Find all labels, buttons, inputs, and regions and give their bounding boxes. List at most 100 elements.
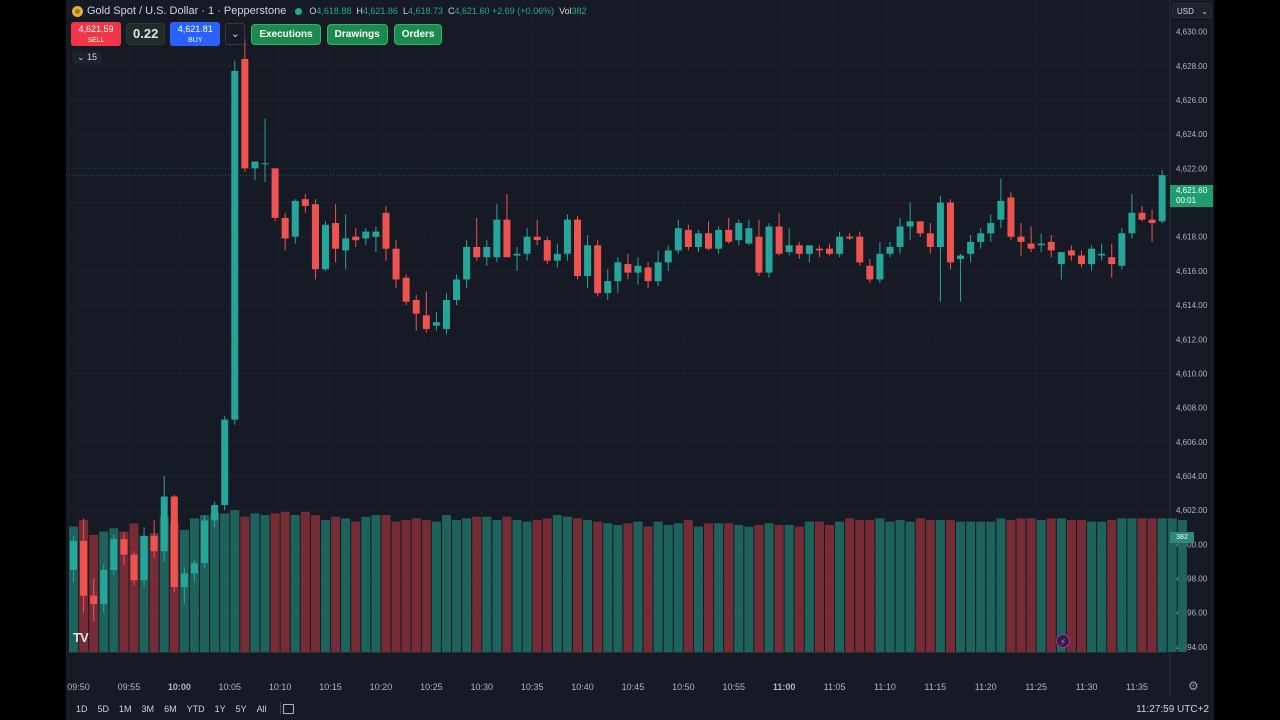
candle-body [725, 229, 733, 242]
timeframe-6m[interactable]: 6M [162, 704, 179, 714]
clock[interactable]: 11:27:59 UTC+2 [1136, 704, 1209, 715]
timeframe-5d[interactable]: 5D [96, 704, 112, 714]
candle-body [805, 245, 813, 254]
volume-bar [583, 520, 593, 652]
volume-bar [905, 521, 915, 652]
candle-body [705, 233, 713, 249]
volume-bar [1087, 521, 1097, 652]
volume-bar [1036, 520, 1046, 652]
volume-bar [573, 518, 582, 652]
candle-body [846, 236, 854, 239]
candle-body [442, 299, 450, 330]
bolt-icon[interactable]: ⚡ [1056, 634, 1070, 648]
volume-bar [623, 523, 633, 652]
volume-bar [956, 521, 966, 652]
candle-body [1128, 212, 1136, 234]
timeframe-3m[interactable]: 3M [140, 704, 157, 714]
interval-toggle[interactable]: ⌄ 15 [72, 51, 103, 64]
candle-body [322, 224, 329, 270]
candle-body [755, 236, 763, 273]
tradingview-logo[interactable]: TV [73, 630, 89, 645]
candle-body [150, 535, 158, 552]
candle-body [563, 219, 571, 254]
volume-bar [129, 523, 139, 652]
ohlc-open: O4,618.88 [309, 6, 352, 16]
symbol-title[interactable]: Gold Spot / U.S. Dollar · 1 · Pepperston… [87, 5, 286, 17]
x-tick-label: 10:20 [370, 682, 393, 692]
candle-body [694, 233, 702, 247]
candle-body [1047, 241, 1055, 251]
currency-select[interactable]: USD ⌄ [1172, 3, 1212, 18]
volume-bar [552, 515, 562, 652]
candle-body [987, 223, 995, 234]
volume-bar [825, 524, 834, 652]
volume-bar [945, 520, 955, 652]
candle-body [533, 236, 541, 241]
candle-body [453, 279, 461, 300]
candle-body [80, 540, 88, 596]
volume-bar [643, 526, 653, 652]
calendar-icon[interactable] [279, 702, 294, 714]
volume-bar [220, 513, 230, 652]
volume-bar [341, 518, 351, 652]
last-price-value: 4,621.60 [1176, 186, 1208, 195]
volume-bar [421, 520, 431, 652]
volume-bar [482, 516, 492, 652]
candle-body [170, 496, 178, 588]
timeframe-1y[interactable]: 1Y [213, 704, 228, 714]
sell-button[interactable]: 4,621.59 SELL [71, 22, 121, 46]
candle-body [967, 241, 975, 254]
candle-body [654, 262, 662, 282]
candle-body [604, 281, 612, 294]
volume-bar [1046, 518, 1056, 652]
candle-body [916, 221, 924, 234]
candle-body [795, 245, 803, 254]
market-status-icon [295, 7, 303, 15]
candle-body [211, 505, 219, 521]
volume-bar [472, 516, 482, 652]
spread-value: 0.22 [126, 23, 166, 45]
y-tick-label: 4,622.00 [1176, 164, 1208, 173]
candle-body [1138, 212, 1146, 220]
candle-body [906, 221, 914, 227]
volume-bar [1077, 520, 1086, 652]
orders-button[interactable]: Orders [393, 23, 443, 45]
timeframe-1m[interactable]: 1M [117, 704, 134, 714]
volume-bar [1006, 520, 1016, 652]
volume-bar [1016, 518, 1026, 652]
volume-bar [754, 524, 764, 652]
buy-button[interactable]: 4,621.81 BUY [170, 22, 221, 46]
timeframe-ytd[interactable]: YTD [185, 704, 207, 714]
volume-bar [845, 518, 855, 652]
timeframe-1d[interactable]: 1D [74, 704, 90, 714]
last-price-tag: 4,621.60 00:01 [1170, 185, 1213, 207]
volume-bar [290, 515, 300, 652]
executions-button[interactable]: Executions [251, 23, 321, 45]
candle-body [896, 226, 904, 247]
gear-icon[interactable]: ⚙ [1188, 680, 1200, 692]
chevron-down-icon: ⌄ [1201, 7, 1208, 16]
y-tick-label: 4,626.00 [1176, 96, 1208, 105]
candle-body [190, 563, 198, 574]
candle-body [1007, 197, 1015, 237]
volume-bar [603, 523, 613, 652]
price-chart[interactable]: 4,630.00 4,628.00 4,626.00 4,624.00 4,622.00… [66, 0, 1214, 720]
drawings-button[interactable]: Drawings [326, 23, 388, 45]
volume-bar [1056, 518, 1066, 652]
y-tick-label: 4,604.00 [1176, 472, 1208, 481]
candle-body [362, 231, 370, 239]
volume-bar [814, 521, 824, 652]
volume-bar [794, 526, 804, 652]
trade-dropdown-button[interactable]: ⌄ [225, 23, 246, 45]
x-tick-label: 10:10 [269, 682, 292, 692]
timeframe-all[interactable]: All [255, 704, 269, 714]
x-tick-label: 11:20 [975, 682, 997, 692]
timeframe-5y[interactable]: 5Y [234, 704, 249, 714]
candle-body [160, 496, 168, 552]
volume-bar [764, 523, 774, 652]
volume-bar [895, 520, 905, 652]
candle-body [251, 161, 259, 169]
volume-bar [512, 520, 522, 652]
y-tick-label: 4,630.00 [1176, 28, 1208, 37]
volume-bar [391, 521, 401, 652]
